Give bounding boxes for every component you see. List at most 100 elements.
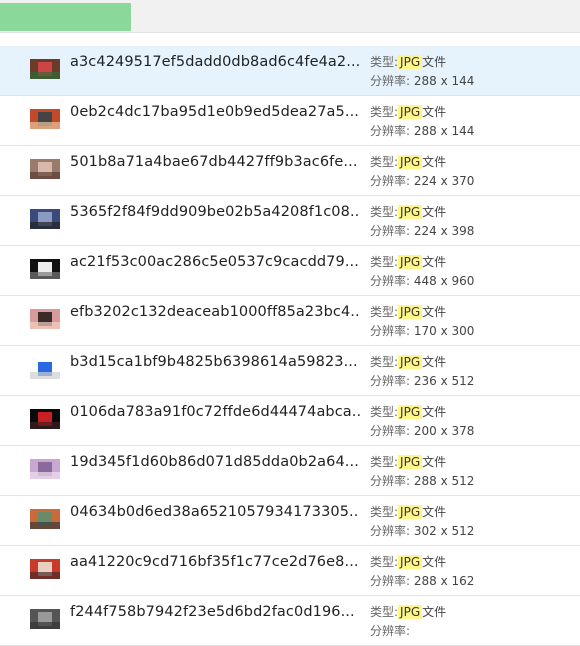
resolution-label: 分辨率: xyxy=(370,424,411,438)
type-label: 类型: xyxy=(370,505,399,519)
file-meta: 类型: JPG 文件 分辨率: 200 x 378 xyxy=(370,403,474,441)
type-suffix: 文件 xyxy=(422,605,447,619)
file-type-line: 类型: JPG 文件 xyxy=(370,53,474,72)
file-resolution: 224 x 398 xyxy=(413,224,475,238)
file-name: 501b8a71a4bae67db4427ff9b3ac6fe... xyxy=(70,154,358,170)
resolution-label: 分辨率: xyxy=(370,274,411,288)
file-row[interactable]: 5365f2f84f9dd909be02b5a4208f1c08... 类型: JP… xyxy=(0,196,580,246)
file-type-line: 类型: JPG 文件 xyxy=(370,453,474,472)
type-label: 类型: xyxy=(370,555,399,569)
file-resolution: 288 x 512 xyxy=(413,474,475,488)
file-row[interactable]: 04634b0d6ed38a6521057934173305... 类型: JPG 文… xyxy=(0,496,580,546)
file-resolution-line: 分辨率: 448 x 960 xyxy=(370,272,474,291)
resolution-label: 分辨率: xyxy=(370,624,411,638)
file-resolution: 200 x 378 xyxy=(413,424,475,438)
file-type-badge: JPG xyxy=(398,355,423,369)
file-resolution-line: 分辨率: 170 x 300 xyxy=(370,322,474,341)
resolution-label: 分辨率: xyxy=(370,224,411,238)
type-label: 类型: xyxy=(370,205,399,219)
type-suffix: 文件 xyxy=(422,355,447,369)
file-type-badge: JPG xyxy=(398,305,423,319)
file-type-badge: JPG xyxy=(398,155,423,169)
file-name: aa41220c9cd716bf35f1c77ce2d76e8... xyxy=(70,554,359,570)
type-suffix: 文件 xyxy=(422,205,447,219)
file-row[interactable]: ac21f53c00ac286c5e0537c9cacdd79... 类型: JPG… xyxy=(0,246,580,296)
resolution-label: 分辨率: xyxy=(370,74,411,88)
file-type-badge: JPG xyxy=(398,55,423,69)
type-label: 类型: xyxy=(370,55,399,69)
file-type-badge: JPG xyxy=(398,205,423,219)
file-type-badge: JPG xyxy=(398,255,423,269)
file-type-line: 类型: JPG 文件 xyxy=(370,603,446,622)
file-name: b3d15ca1bf9b4825b6398614a59823... xyxy=(70,354,358,370)
type-label: 类型: xyxy=(370,255,399,269)
file-resolution-line: 分辨率: 236 x 512 xyxy=(370,372,474,391)
resolution-label: 分辨率: xyxy=(370,324,411,338)
file-type-line: 类型: JPG 文件 xyxy=(370,553,474,572)
file-name: 19d345f1d60b86d071d85dda0b2a64... xyxy=(70,454,359,470)
file-name: f244f758b7942f23e5d6bd2fac0d196... xyxy=(70,604,355,620)
file-thumbnail-icon xyxy=(30,509,60,529)
file-thumbnail-icon xyxy=(30,459,60,479)
file-resolution: 170 x 300 xyxy=(413,324,475,338)
type-suffix: 文件 xyxy=(422,555,447,569)
file-type-badge: JPG xyxy=(398,555,423,569)
file-name: 0106da783a91f0c72ffde6d44474abca... xyxy=(70,404,360,420)
file-type-badge: JPG xyxy=(398,455,423,469)
file-type-badge: JPG xyxy=(398,505,423,519)
file-type-line: 类型: JPG 文件 xyxy=(370,303,474,322)
type-label: 类型: xyxy=(370,105,399,119)
file-meta: 类型: JPG 文件 分辨率: 224 x 370 xyxy=(370,153,474,191)
file-resolution: 236 x 512 xyxy=(413,374,475,388)
file-row[interactable]: 0106da783a91f0c72ffde6d44474abca... 类型: JP… xyxy=(0,396,580,446)
type-label: 类型: xyxy=(370,355,399,369)
file-type-line: 类型: JPG 文件 xyxy=(370,103,474,122)
type-label: 类型: xyxy=(370,605,399,619)
type-label: 类型: xyxy=(370,405,399,419)
top-toolbar xyxy=(0,0,580,33)
file-meta: 类型: JPG 文件 分辨率: 448 x 960 xyxy=(370,253,474,291)
file-meta: 类型: JPG 文件 分辨率: 170 x 300 xyxy=(370,303,474,341)
file-thumbnail-icon xyxy=(30,209,60,229)
file-resolution-line: 分辨率: 288 x 144 xyxy=(370,72,474,91)
file-meta: 类型: JPG 文件分辨率: xyxy=(370,603,446,641)
file-resolution-line: 分辨率: 288 x 162 xyxy=(370,572,474,591)
file-row[interactable]: efb3202c132deaceab1000ff85a23bc4... 类型: JP… xyxy=(0,296,580,346)
file-resolution-line: 分辨率: 288 x 144 xyxy=(370,122,474,141)
file-row[interactable]: aa41220c9cd716bf35f1c77ce2d76e8... 类型: JPG… xyxy=(0,546,580,596)
resolution-label: 分辨率: xyxy=(370,374,411,388)
file-row[interactable]: 0eb2c4dc17ba95d1e0b9ed5dea27a5... 类型: JPG 文… xyxy=(0,96,580,146)
type-suffix: 文件 xyxy=(422,455,447,469)
file-name: ac21f53c00ac286c5e0537c9cacdd79... xyxy=(70,254,359,270)
file-name: a3c4249517ef5dadd0db8ad6c4fe4a2... xyxy=(70,54,360,70)
file-row[interactable]: a3c4249517ef5dadd0db8ad6c4fe4a2... 类型: JPG… xyxy=(0,46,580,96)
file-row[interactable]: b3d15ca1bf9b4825b6398614a59823... 类型: JPG 文… xyxy=(0,346,580,396)
resolution-label: 分辨率: xyxy=(370,124,411,138)
file-meta: 类型: JPG 文件 分辨率: 288 x 144 xyxy=(370,103,474,141)
file-thumbnail-icon xyxy=(30,609,60,629)
file-resolution: 448 x 960 xyxy=(413,274,475,288)
progress-fill xyxy=(0,3,131,31)
file-row[interactable]: 19d345f1d60b86d071d85dda0b2a64... 类型: JPG 文… xyxy=(0,446,580,496)
file-thumbnail-icon xyxy=(30,59,60,79)
resolution-label: 分辨率: xyxy=(370,474,411,488)
file-row[interactable]: f244f758b7942f23e5d6bd2fac0d196... 类型: JPG… xyxy=(0,596,580,646)
file-resolution-line: 分辨率: 288 x 512 xyxy=(370,472,474,491)
file-list: a3c4249517ef5dadd0db8ad6c4fe4a2... 类型: JPG… xyxy=(0,46,580,646)
file-type-line: 类型: JPG 文件 xyxy=(370,203,474,222)
file-meta: 类型: JPG 文件 分辨率: 288 x 512 xyxy=(370,453,474,491)
file-name: efb3202c132deaceab1000ff85a23bc4... xyxy=(70,304,360,320)
file-thumbnail-icon xyxy=(30,109,60,129)
file-resolution: 288 x 162 xyxy=(413,574,475,588)
file-row[interactable]: 501b8a71a4bae67db4427ff9b3ac6fe... 类型: JPG… xyxy=(0,146,580,196)
file-type-line: 类型: JPG 文件 xyxy=(370,253,474,272)
file-meta: 类型: JPG 文件 分辨率: 302 x 512 xyxy=(370,503,474,541)
file-resolution-line: 分辨率: 200 x 378 xyxy=(370,422,474,441)
resolution-label: 分辨率: xyxy=(370,574,411,588)
type-suffix: 文件 xyxy=(422,155,447,169)
type-suffix: 文件 xyxy=(422,505,447,519)
type-label: 类型: xyxy=(370,155,399,169)
file-resolution: 288 x 144 xyxy=(413,74,475,88)
type-suffix: 文件 xyxy=(422,305,447,319)
file-type-line: 类型: JPG 文件 xyxy=(370,153,474,172)
